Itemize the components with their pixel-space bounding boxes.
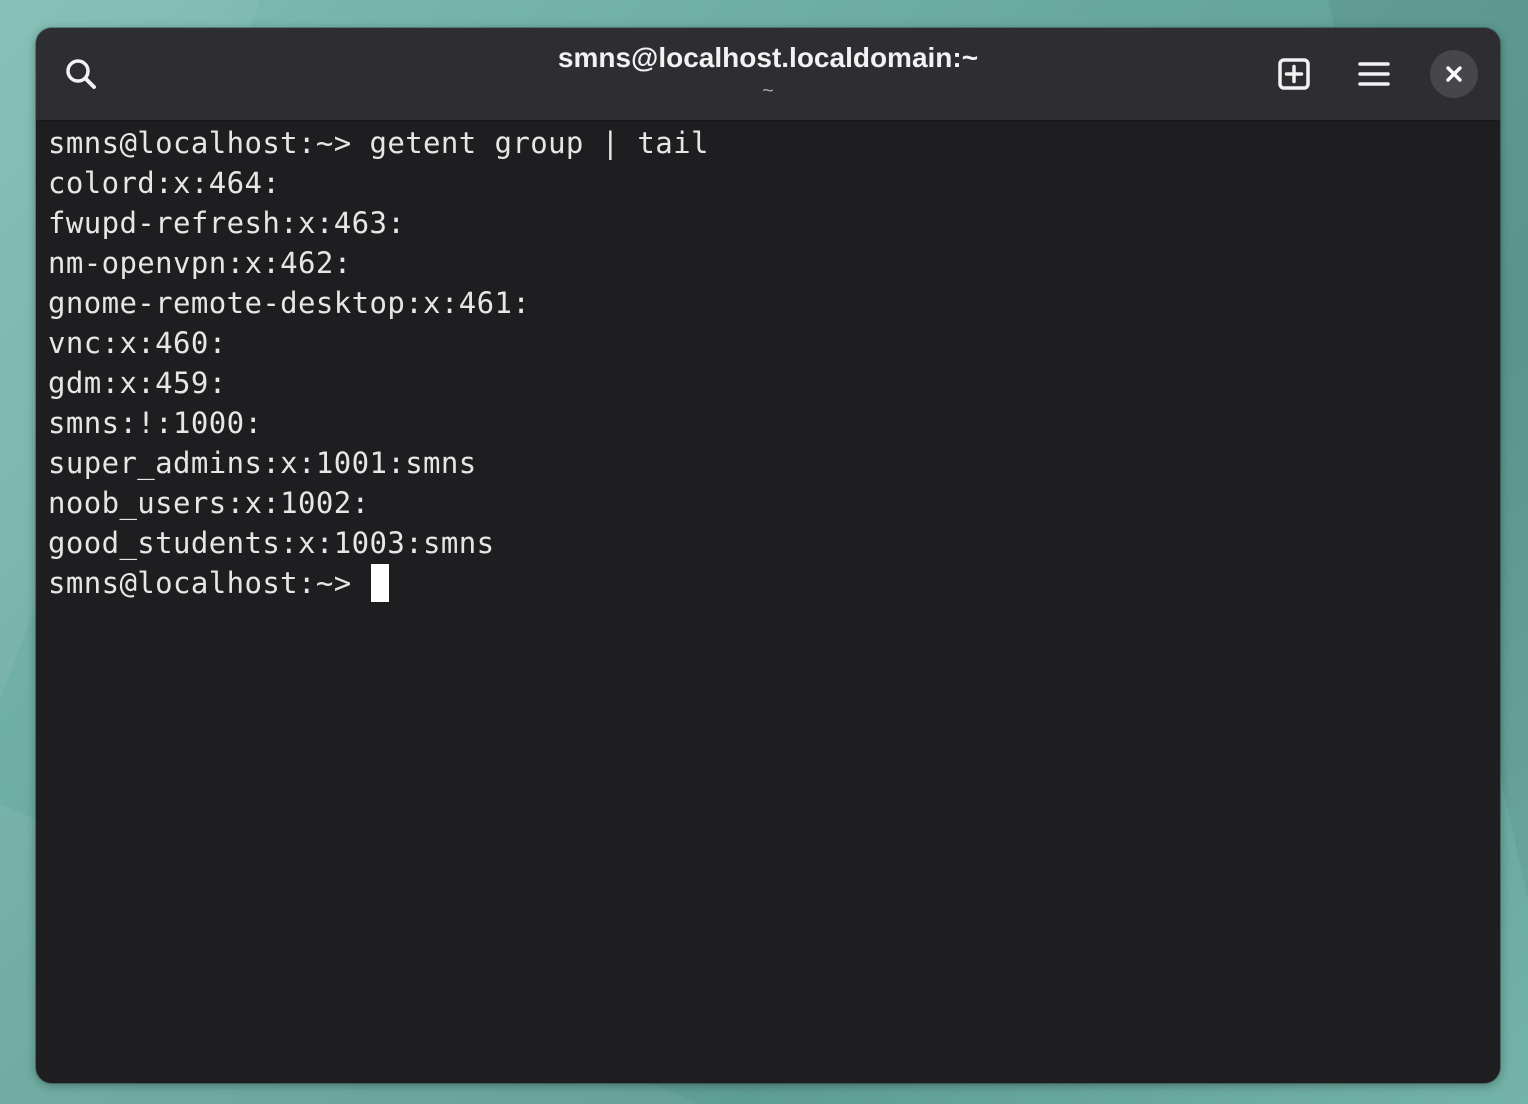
close-button-circle: [1430, 50, 1478, 98]
main-menu-button[interactable]: [1350, 50, 1398, 98]
terminal-output-line: fwupd-refresh:x:463:: [48, 206, 406, 240]
close-button[interactable]: [1430, 50, 1478, 98]
terminal-prompt-line[interactable]: smns@localhost:~>: [48, 563, 390, 603]
terminal-command-line: smns@localhost:~> getent group | tail: [48, 126, 709, 160]
terminal-output-line: colord:x:464:: [48, 166, 281, 200]
terminal-output-line: gdm:x:459:: [48, 366, 227, 400]
terminal-output-line: noob_users:x:1002:: [48, 486, 370, 520]
terminal-output-line: smns:!:1000:: [48, 406, 263, 440]
terminal-output[interactable]: smns@localhost:~> getent group | tail co…: [36, 121, 1500, 1083]
terminal-output-line: gnome-remote-desktop:x:461:: [48, 286, 531, 320]
close-icon: [1446, 66, 1462, 82]
terminal-output-line: super_admins:x:1001:smns: [48, 446, 477, 480]
new-tab-icon: [1278, 58, 1310, 90]
new-tab-button[interactable]: [1270, 50, 1318, 98]
hamburger-menu-icon: [1358, 62, 1390, 86]
terminal-output-line: nm-openvpn:x:462:: [48, 246, 352, 280]
terminal-output-line: good_students:x:1003:smns: [48, 526, 495, 560]
terminal-prompt: smns@localhost:~>: [48, 566, 370, 600]
terminal-output-line: vnc:x:460:: [48, 326, 227, 360]
terminal-window: smns@localhost.localdomain:~ ~ smns@loca…: [36, 28, 1500, 1083]
terminal-cursor: [371, 564, 390, 602]
headerbar[interactable]: smns@localhost.localdomain:~ ~: [36, 28, 1500, 121]
